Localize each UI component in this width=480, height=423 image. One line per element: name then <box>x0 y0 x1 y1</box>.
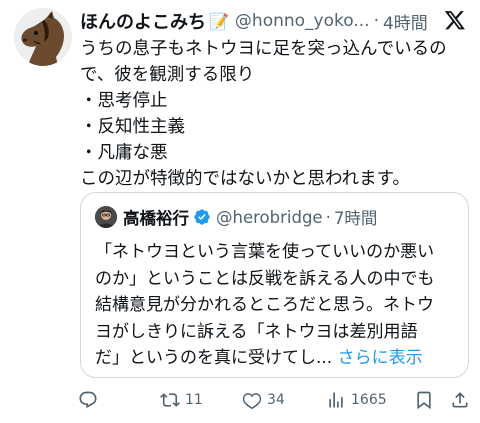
post-line: ・反知性主義 <box>80 117 185 137</box>
verified-badge-icon <box>194 209 210 225</box>
quoted-post[interactable]: 高橋裕行 @herobridge · 7時間 「ネトウヨという言葉を使っていいの… <box>80 192 469 378</box>
person-avatar-icon <box>95 206 117 228</box>
quote-line: だ」というのを真に受けてし... <box>95 348 333 368</box>
post-line: ・思考停止 <box>80 91 168 111</box>
post-body: うちの息子もネトウヨに足を突っ込んでいるの で、彼を観測する限り ・思考停止 ・… <box>80 36 470 192</box>
quote-line: ヨがしきりに訴える「ネトウヨは差別用語 <box>95 321 418 342</box>
post-time[interactable]: 4時間 <box>383 9 428 34</box>
quote-body: 「ネトウヨという言葉を使っていいのか悪い のか」ということは反戦を訴える人の中で… <box>95 239 458 372</box>
quote-avatar[interactable] <box>95 206 117 228</box>
share-button[interactable] <box>450 386 470 414</box>
views-button[interactable]: 1665 <box>326 386 387 414</box>
quote-line: 結構意見が分かれるところだと思う。ネトウ <box>95 295 434 315</box>
quote-line: のか」ということは反戦を訴える人の中でも <box>95 268 435 289</box>
action-bar: 11 34 1665 <box>78 386 472 414</box>
post-header: ほんのよこみち 📝 @honno_yoko... · 4時間 <box>80 8 472 34</box>
memo-icon: 📝 <box>209 11 229 31</box>
retweet-icon <box>160 393 180 407</box>
quote-header: 高橋裕行 @herobridge · 7時間 <box>95 205 377 229</box>
horse-avatar-icon <box>14 8 72 66</box>
post-line: で、彼を観測する限り <box>80 65 255 85</box>
reply-button[interactable] <box>78 386 103 414</box>
quote-author-name[interactable]: 高橋裕行 <box>123 205 189 229</box>
reply-icon <box>79 391 97 409</box>
post-line: この辺が特徴的ではないかと思われます。 <box>80 169 410 189</box>
views-count: 1665 <box>351 392 387 408</box>
author-handle[interactable]: @honno_yoko... <box>235 11 370 31</box>
retweet-count: 11 <box>185 392 203 408</box>
bookmark-icon <box>417 391 431 410</box>
quote-line: 「ネトウヨという言葉を使っていいのか悪い <box>95 242 435 262</box>
views-chart-icon <box>329 392 343 408</box>
like-count: 34 <box>267 392 285 408</box>
like-button[interactable]: 34 <box>242 386 285 414</box>
quote-line-last: だ」というのを真に受けてし... さらに表示 <box>95 345 458 372</box>
share-icon <box>452 392 468 408</box>
heart-icon <box>242 393 262 410</box>
x-logo-icon <box>444 11 465 30</box>
author-name[interactable]: ほんのよこみち <box>80 8 206 34</box>
retweet-button[interactable]: 11 <box>160 386 203 414</box>
quote-time[interactable]: 7時間 <box>334 205 378 229</box>
bookmark-button[interactable] <box>414 386 434 414</box>
avatar[interactable] <box>14 8 72 66</box>
show-more-link[interactable]: さらに表示 <box>338 348 423 368</box>
separator-dot: · <box>373 11 379 31</box>
post-line: うちの息子もネトウヨに足を突っ込んでいるの <box>80 39 447 59</box>
quote-author-handle[interactable]: @herobridge <box>216 208 323 227</box>
post-line: ・凡庸な悪 <box>80 143 168 163</box>
separator-dot: · <box>325 207 331 227</box>
